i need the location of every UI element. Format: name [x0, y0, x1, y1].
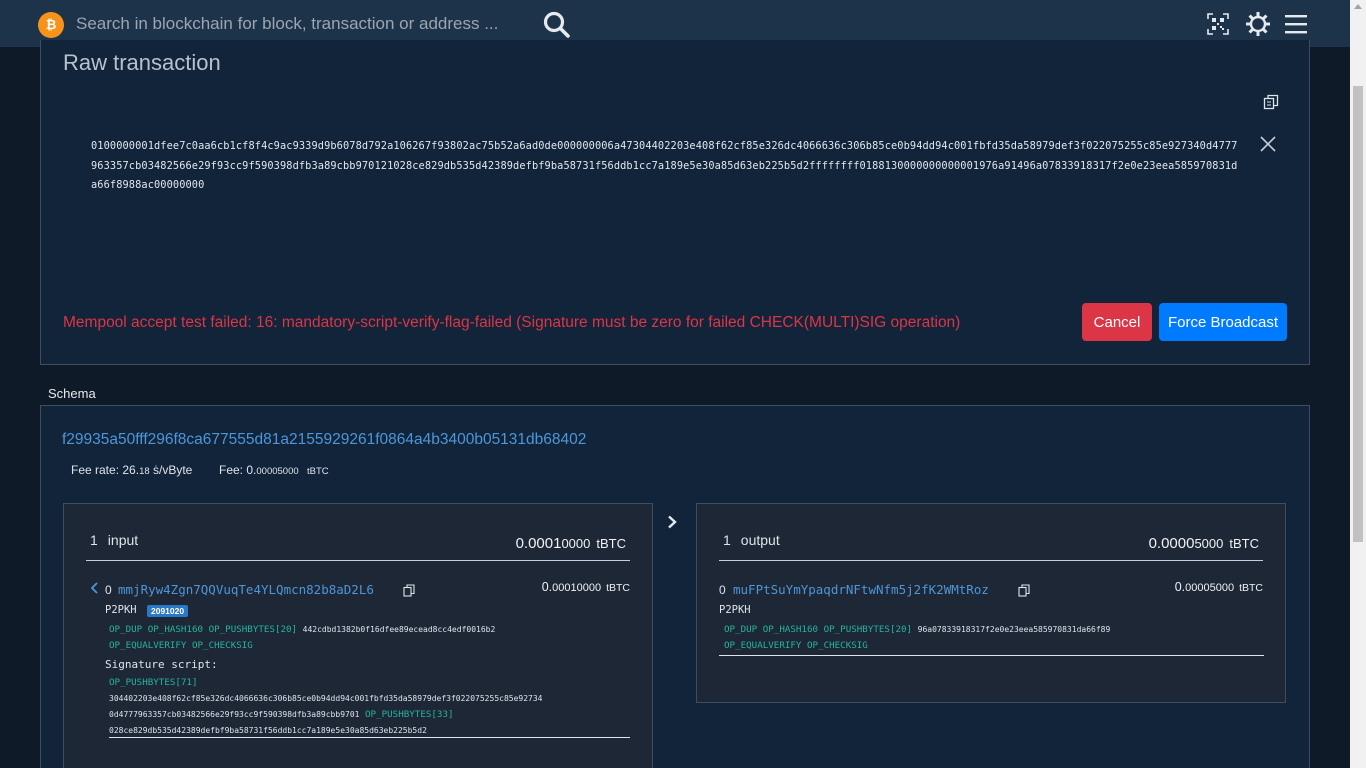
output-amount: 0.00005000 tBTC — [1174, 580, 1263, 594]
locking-script: OP_DUP OP_HASH160 OP_PUSHBYTES[20] 96a07… — [724, 624, 1111, 651]
mempool-error-message: Mempool accept test failed: 16: mandator… — [63, 314, 961, 331]
transaction-id-link[interactable]: f29935a50fff296f8ca677555d81a2155929261f… — [62, 431, 586, 449]
copy-icon[interactable] — [1018, 584, 1030, 597]
separator — [719, 655, 1264, 656]
raw-transaction-title: Raw transaction — [63, 50, 221, 75]
locking-script: OP_DUP OP_HASH160 OP_PUSHBYTES[20] 442cd… — [109, 624, 496, 651]
chevron-right-icon — [668, 515, 677, 529]
bitcoin-logo-icon[interactable]: ₿ — [38, 12, 64, 38]
inputs-total: 0.00010000 tBTC — [515, 535, 626, 552]
chevron-left-icon[interactable] — [90, 582, 100, 594]
output-index: 0 — [719, 583, 726, 597]
fee: Fee: 0.00005000 tBTC — [219, 463, 329, 477]
outputs-total: 0.00005000 tBTC — [1148, 535, 1259, 552]
inputs-header: 1 input — [90, 532, 139, 548]
input-address-link[interactable]: mmjRyw4Zgn7QQVuqTe4YLQmcn82b8aD2L6 — [118, 582, 374, 597]
schema-label: Schema — [48, 386, 96, 401]
input-index: 0 — [105, 583, 112, 597]
outputs-box: 1 output 0.00005000 tBTC 0 muFPtSuYmYpaqdr… — [696, 503, 1286, 703]
search-input[interactable] — [76, 10, 526, 38]
output-address-link[interactable]: muFPtSuYmYpaqdrNFtwNfm5j2fK2WMtRoz — [733, 582, 989, 597]
raw-transaction-panel: Raw transaction 0100000001dfee7c0aa6cb1c… — [40, 40, 1310, 365]
copy-icon[interactable] — [1263, 94, 1279, 110]
input-amount: 0.00010000 tBTC — [541, 580, 630, 594]
page-scrollbar[interactable] — [1350, 0, 1366, 768]
raw-transaction-hex[interactable]: 0100000001dfee7c0aa6cb1cf8f4c9ac9339d9b6… — [91, 137, 1241, 196]
separator — [86, 560, 630, 561]
settings-gear-icon[interactable] — [1246, 12, 1270, 36]
copy-icon[interactable] — [403, 584, 415, 597]
fee-rate: Fee rate: 26.18 ṡ/vByte — [71, 463, 193, 477]
script-type-label: P2PKH — [719, 604, 751, 616]
hamburger-menu-icon[interactable] — [1284, 12, 1308, 36]
qr-scan-icon[interactable] — [1206, 12, 1230, 36]
separator — [719, 560, 1263, 561]
close-icon[interactable] — [1259, 135, 1277, 153]
separator — [109, 737, 630, 738]
script-type-label: P2PKH — [105, 604, 137, 616]
search-icon[interactable] — [542, 10, 572, 40]
schema-panel: f29935a50fff296f8ca677555d81a2155929261f… — [40, 405, 1310, 768]
force-broadcast-button[interactable]: Force Broadcast — [1159, 303, 1287, 341]
outputs-header: 1 output — [723, 532, 780, 548]
cancel-button[interactable]: Cancel — [1082, 303, 1152, 341]
scroll-up-arrow-icon[interactable] — [1354, 4, 1362, 9]
signature-script-label: Signature script: — [105, 658, 218, 671]
signature-script: OP_PUSHBYTES[71] 304402203e408f62cf85e32… — [109, 677, 543, 735]
scrollbar-thumb[interactable] — [1353, 86, 1363, 542]
inputs-box: 1 input 0.00010000 tBTC 0 mmjRyw4Zgn7QQVuq… — [63, 503, 653, 768]
block-height-badge[interactable]: 2091020 — [147, 605, 189, 617]
